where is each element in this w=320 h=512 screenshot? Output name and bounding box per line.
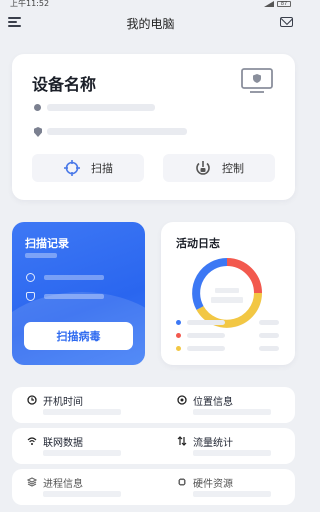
traffic-placeholder — [193, 450, 271, 456]
traffic-arrows-icon — [177, 436, 187, 446]
process-placeholder — [43, 491, 121, 497]
network-placeholder — [43, 450, 121, 456]
scan-virus-button[interactable]: 扫描病毒 — [24, 322, 133, 350]
scan-title-placeholder — [25, 253, 57, 258]
scan-button[interactable]: 扫描 — [32, 154, 144, 182]
legend-dot-red — [176, 333, 181, 338]
activity-log-title: 活动日志 — [176, 237, 220, 250]
shield-icon — [34, 127, 42, 137]
device-card: 设备名称 扫描 控制 — [12, 54, 295, 200]
status-icons: 87 — [264, 0, 291, 8]
chip-icon — [178, 478, 186, 486]
location-item[interactable]: 位置信息 — [162, 387, 292, 423]
boot-time-placeholder — [43, 409, 121, 415]
traffic-label: 流量统计 — [193, 438, 233, 449]
scan-button-label: 扫描 — [91, 162, 113, 175]
device-info-dot-icon — [34, 104, 41, 111]
scan-record-title: 扫描记录 — [25, 237, 69, 250]
legend-value-placeholder — [259, 346, 279, 351]
info-card-row-2: 联网数据 流量统计 — [12, 428, 295, 464]
signal-icon — [264, 1, 274, 7]
location-placeholder — [193, 409, 271, 415]
page-title: 我的电脑 — [126, 16, 175, 31]
process-label: 进程信息 — [43, 479, 83, 490]
monitor-icon — [241, 68, 273, 93]
shield-check-icon — [26, 292, 35, 301]
power-lock-icon — [196, 161, 210, 175]
network-label: 联网数据 — [43, 438, 83, 449]
legend-value-placeholder — [259, 320, 279, 325]
control-button[interactable]: 控制 — [163, 154, 275, 182]
location-label: 位置信息 — [193, 397, 233, 408]
legend-placeholder — [187, 346, 225, 351]
hardware-label: 硬件资源 — [193, 479, 233, 490]
crosshair-icon — [64, 160, 80, 176]
layers-icon — [27, 477, 37, 487]
wifi-icon — [27, 437, 37, 445]
boot-time-label: 开机时间 — [43, 397, 83, 408]
scan-result-placeholder — [44, 294, 104, 299]
control-button-label: 控制 — [222, 162, 244, 175]
legend-placeholder — [187, 333, 225, 338]
scan-record-card[interactable]: 扫描记录 扫描病毒 — [12, 222, 145, 365]
hardware-placeholder — [193, 491, 271, 497]
battery-icon: 87 — [277, 1, 291, 7]
legend-value-placeholder — [259, 333, 279, 338]
clock-icon — [27, 395, 37, 405]
top-bar: 我的电脑 — [0, 12, 301, 34]
network-item[interactable]: 联网数据 — [12, 428, 142, 464]
legend-dot-blue — [176, 320, 181, 325]
status-time: 上午11:52 — [10, 0, 50, 8]
legend-dot-yellow — [176, 346, 181, 351]
info-card-row-1: 开机时间 位置信息 — [12, 387, 295, 423]
hardware-item[interactable]: 硬件资源 — [162, 469, 292, 505]
donut-center-placeholder — [211, 297, 243, 303]
device-security-placeholder — [47, 128, 187, 135]
info-card-row-3: 进程信息 硬件资源 — [12, 469, 295, 505]
location-icon — [177, 395, 187, 405]
process-item[interactable]: 进程信息 — [12, 469, 142, 505]
device-info-placeholder — [47, 104, 155, 111]
menu-icon[interactable] — [8, 17, 21, 27]
clock-icon — [26, 273, 35, 282]
donut-center-placeholder — [215, 288, 239, 293]
scan-time-placeholder — [44, 275, 104, 280]
legend-placeholder — [187, 320, 225, 325]
activity-log-card[interactable]: 活动日志 — [161, 222, 295, 365]
mail-icon[interactable] — [280, 17, 293, 27]
device-name: 设备名称 — [32, 75, 97, 94]
status-bar: 上午11:52 87 — [0, 0, 301, 8]
traffic-item[interactable]: 流量统计 — [162, 428, 292, 464]
boot-time-item[interactable]: 开机时间 — [12, 387, 142, 423]
